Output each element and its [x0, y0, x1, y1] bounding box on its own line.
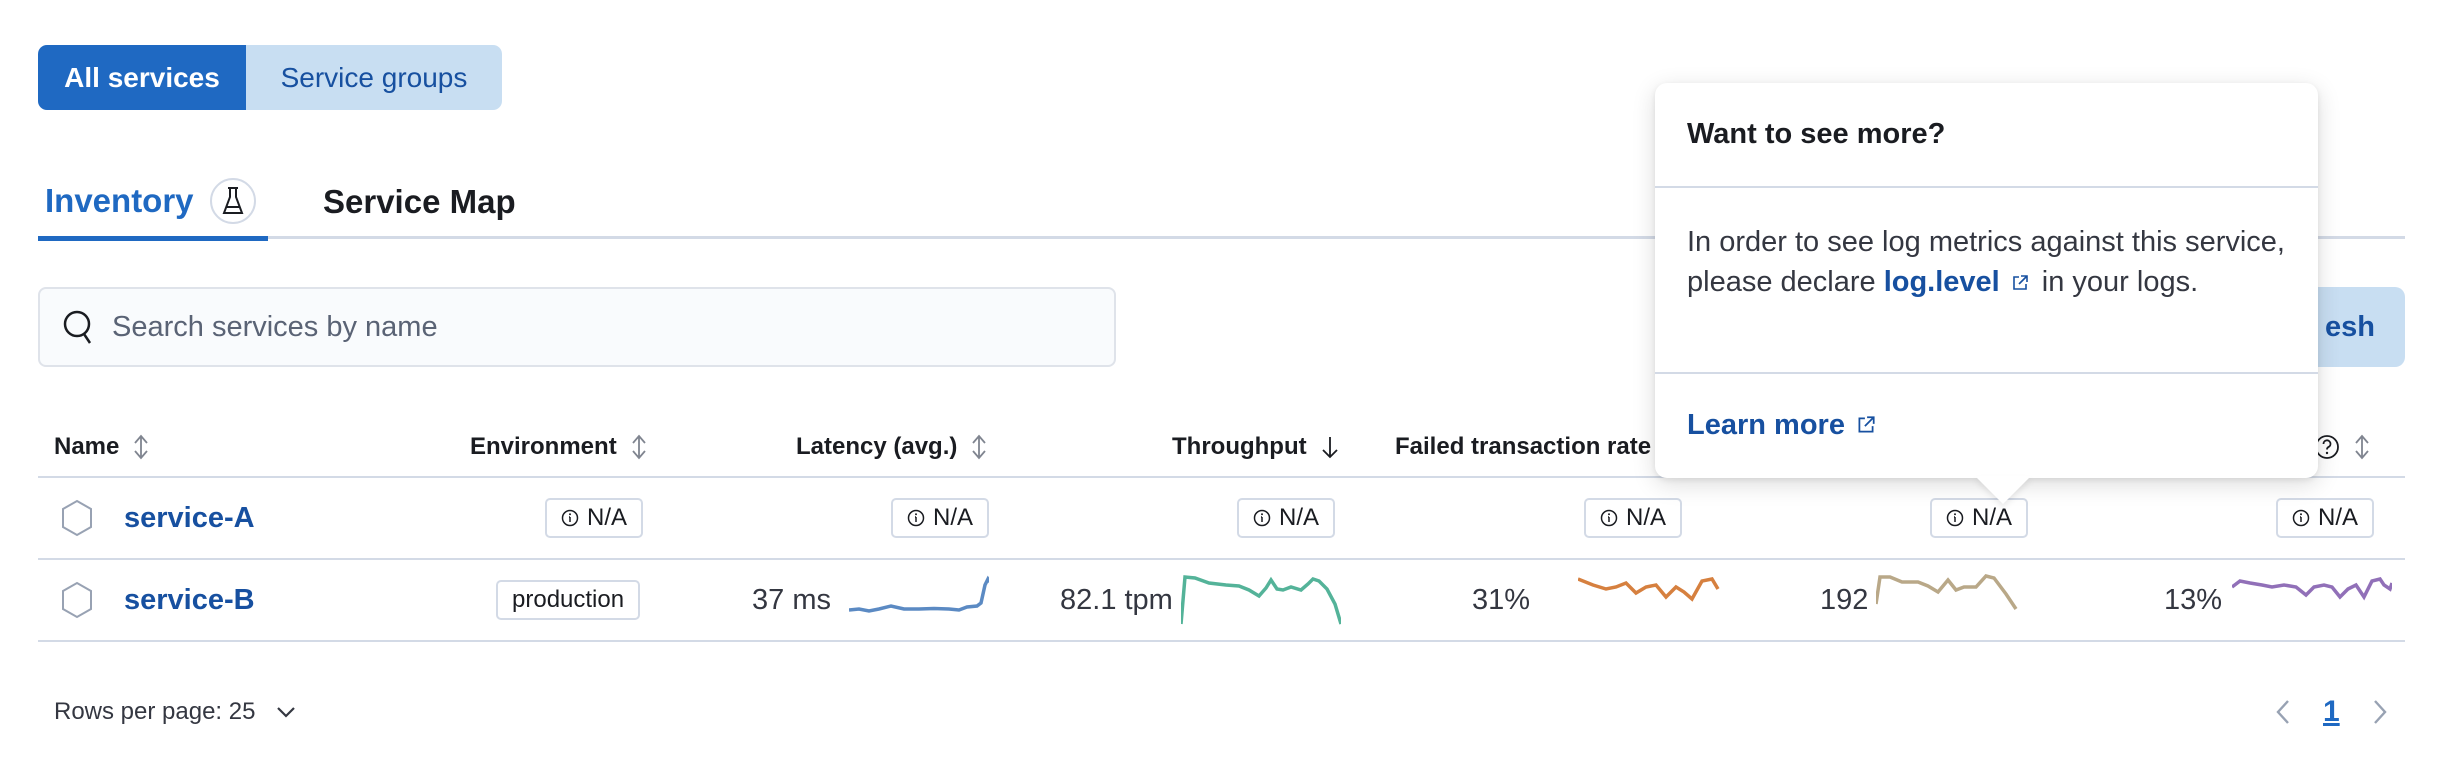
rows-per-page-label: Rows per page: 25 — [54, 698, 256, 725]
name-cell: service-B — [60, 560, 255, 640]
external-link-icon — [2012, 275, 2028, 291]
sort-icon — [632, 434, 646, 459]
throughput-cell: 82.1 tpm — [1060, 560, 1341, 640]
info-icon — [2292, 509, 2310, 527]
column-label: Environment — [470, 432, 617, 460]
info-icon — [907, 509, 925, 527]
log-error-rate-cell: 13% — [2164, 560, 2393, 640]
badge-label: N/A — [587, 504, 628, 531]
column-header-log-error-rate[interactable] — [2314, 415, 2372, 478]
all-services-button[interactable]: All services — [38, 45, 246, 110]
badge-label: production — [512, 586, 625, 613]
column-label: Throughput — [1172, 432, 1307, 460]
page-1-link[interactable]: 1 — [2323, 695, 2340, 729]
popover-title: Want to see more? — [1655, 83, 2318, 188]
popover-body: In order to see log metrics against this… — [1655, 188, 2318, 374]
latency-value: 37 ms — [752, 583, 831, 616]
chevron-down-icon — [277, 707, 296, 718]
throughput-cell: N/A — [1237, 478, 1336, 558]
service-link[interactable]: service-B — [124, 584, 255, 617]
na-badge[interactable]: N/A — [1584, 498, 1683, 538]
log-level-link[interactable]: log.level — [1884, 266, 2034, 298]
popover-text-end: in your logs. — [2033, 266, 2199, 298]
na-badge[interactable]: N/A — [1930, 498, 2029, 538]
pagination: 1 — [2275, 690, 2388, 734]
learn-more-link[interactable]: Learn more — [1655, 374, 2318, 476]
tab-service-map[interactable]: Service Map — [323, 165, 516, 239]
view-toggle: All services Service groups — [38, 45, 502, 110]
badge-label: N/A — [1279, 504, 1320, 531]
badge-label: N/A — [1972, 504, 2013, 531]
na-badge[interactable]: N/A — [1237, 498, 1336, 538]
failed-rate-value: 31% — [1472, 583, 1531, 616]
sort-icon — [134, 434, 149, 459]
log-rate-value: 192 — [1820, 583, 1869, 616]
learn-more-label: Learn more — [1687, 408, 1845, 441]
latency-sparkline — [848, 575, 989, 613]
sort-icon — [972, 434, 987, 459]
latency-cell: N/A — [891, 478, 990, 558]
column-label: Name — [54, 432, 120, 460]
latency-cell: 37 ms — [752, 560, 989, 640]
service-groups-button[interactable]: Service groups — [246, 45, 502, 110]
rows-per-page-button[interactable]: Rows per page: 25 — [54, 692, 297, 732]
log-error-rate-cell: N/A — [2276, 478, 2375, 558]
log-error-rate-sparkline — [2232, 577, 2393, 601]
service-link[interactable]: service-A — [124, 502, 255, 535]
throughput-sparkline — [1180, 575, 1341, 625]
failed-rate-sparkline — [1578, 577, 1720, 602]
tab-inventory-label: Inventory — [45, 181, 194, 219]
search-field — [38, 287, 1116, 367]
log-metrics-popover: Want to see more? In order to see log me… — [1655, 83, 2318, 504]
log-rate-sparkline — [1876, 574, 2018, 610]
environment-cell: production — [496, 560, 641, 640]
service-icon — [62, 499, 92, 537]
failed-rate-cell: 31% — [1472, 560, 1723, 640]
service-icon — [62, 581, 92, 619]
column-header-name[interactable]: Name — [54, 415, 151, 478]
column-label: Failed transaction rate — [1395, 432, 1652, 460]
search-input[interactable] — [112, 310, 1012, 344]
info-icon — [1600, 509, 1618, 527]
na-badge[interactable]: N/A — [545, 498, 644, 538]
previous-page-icon[interactable] — [2275, 698, 2291, 726]
search-icon — [63, 310, 92, 344]
external-link-icon — [1858, 416, 1875, 433]
column-header-environment[interactable]: Environment — [470, 415, 649, 478]
info-icon — [561, 509, 579, 527]
column-header-latency[interactable]: Latency (avg.) — [796, 415, 989, 478]
badge-label: N/A — [933, 504, 974, 531]
throughput-value: 82.1 tpm — [1060, 583, 1173, 616]
info-icon — [1946, 509, 1964, 527]
info-icon — [1253, 509, 1271, 527]
badge-label: N/A — [1626, 504, 1667, 531]
na-badge[interactable]: N/A — [2276, 498, 2375, 538]
badge-label: N/A — [2318, 504, 2359, 531]
log-rate-cell: 192 — [1820, 560, 2036, 640]
failed-rate-cell: N/A — [1584, 478, 1683, 558]
table-row: service-A N/A N/A N/A N/A N/A N/A — [38, 478, 2405, 560]
name-cell: service-A — [60, 478, 255, 558]
column-label: Latency (avg.) — [796, 432, 958, 460]
popover-arrow — [1975, 476, 2031, 504]
log-level-link-label: log.level — [1883, 266, 2000, 298]
beaker-icon — [209, 177, 256, 224]
environment-cell: N/A — [545, 478, 644, 558]
column-header-failed-rate[interactable]: Failed transaction rate — [1395, 415, 1651, 478]
log-error-rate-value: 13% — [2164, 583, 2223, 616]
tab-inventory[interactable]: Inventory — [38, 165, 268, 241]
next-page-icon[interactable] — [2372, 698, 2388, 726]
na-badge[interactable]: N/A — [891, 498, 990, 538]
sort-icon — [2355, 434, 2369, 459]
column-header-throughput[interactable]: Throughput — [1172, 415, 1341, 478]
environment-badge[interactable]: production — [496, 580, 641, 620]
sort-descending-icon — [1321, 436, 1338, 458]
table-row: service-B production 37 ms 82.1 tpm 31% … — [38, 560, 2405, 642]
